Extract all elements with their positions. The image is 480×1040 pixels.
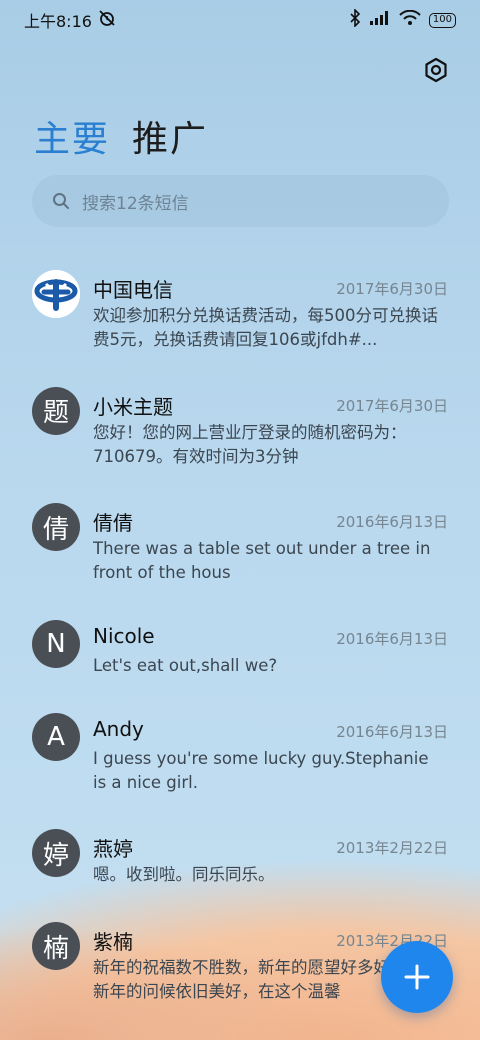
signal-icon [369,10,391,30]
message-preview: There was a table set out under a tree i… [93,539,431,582]
message-date: 2016年6月13日 [336,629,448,648]
avatar: 婷 [32,829,80,877]
battery-icon: 100 [428,12,456,28]
sender-name: Andy [93,716,144,741]
avatar: N [32,619,80,668]
sender-name: 紫楠 [93,930,133,954]
search-input[interactable]: 搜索12条短信 [32,175,449,227]
message-date: 2017年6月30日 [336,396,448,415]
avatar: A [32,712,80,761]
conversation-item[interactable]: A Andy 2016年6月13日 I guess you're some lu… [0,693,480,810]
wifi-icon [399,9,421,30]
avatar: 题 [32,386,80,435]
china-telecom-logo-icon [32,270,80,318]
tab-main[interactable]: 主要 [34,110,110,162]
tab-promotions[interactable]: 推广 [132,110,208,162]
sender-name: Nicole [93,623,155,648]
conversation-item[interactable]: 婷 燕婷 2013年2月22日 嗯。收到啦。同乐同乐。 [0,809,480,902]
search-icon [53,193,69,209]
message-preview: 嗯。收到啦。同乐同乐。 [93,865,275,884]
message-date: 2016年6月13日 [336,722,448,741]
sender-name: 燕婷 [93,837,133,861]
avatar: 楠 [32,922,80,970]
message-date: 2013年2月22日 [336,839,448,857]
search-placeholder: 搜索12条短信 [82,193,189,214]
plus-icon [404,964,430,990]
message-preview: 您好！您的网上营业厅登录的随机密码为：710679。有效时间为3分钟 [93,422,407,466]
sender-name: 小米主题 [93,394,173,419]
bluetooth-icon [349,8,361,31]
avatar: 倩 [32,503,80,551]
conversation-list: 中国电信 2017年6月30日 欢迎参加积分兑换话费活动，每500分可兑换话费5… [0,250,480,1019]
message-preview: 欢迎参加积分兑换话费活动，每500分可兑换话费5元，兑换话费请回复106或jfd… [93,306,438,349]
settings-button[interactable] [420,54,452,86]
conversation-item[interactable]: 倩 倩倩 2016年6月13日 There was a table set ou… [0,483,480,600]
conversation-item[interactable]: 中国电信 2017年6月30日 欢迎参加积分兑换话费活动，每500分可兑换话费5… [0,250,480,367]
status-time: 上午8:16 [24,12,92,31]
sender-name: 中国电信 [93,278,173,302]
message-preview: I guess you're some lucky guy.Stephanie … [93,748,429,792]
sender-name: 倩倩 [93,511,133,535]
conversation-item[interactable]: 题 小米主题 2017年6月30日 您好！您的网上营业厅登录的随机密码为：710… [0,367,480,484]
message-preview: Let's eat out,shall we? [93,655,278,675]
message-date: 2017年6月30日 [336,280,448,298]
category-tabs: 主要 推广 [34,110,208,162]
message-date: 2016年6月13日 [336,513,448,531]
status-bar: 上午8:16 100 [0,0,480,40]
settings-hex-icon [425,57,447,83]
conversation-item[interactable]: N Nicole 2016年6月13日 Let's eat out,shall … [0,600,480,693]
silent-alarm-icon [98,9,116,31]
new-message-button[interactable] [381,941,453,1013]
